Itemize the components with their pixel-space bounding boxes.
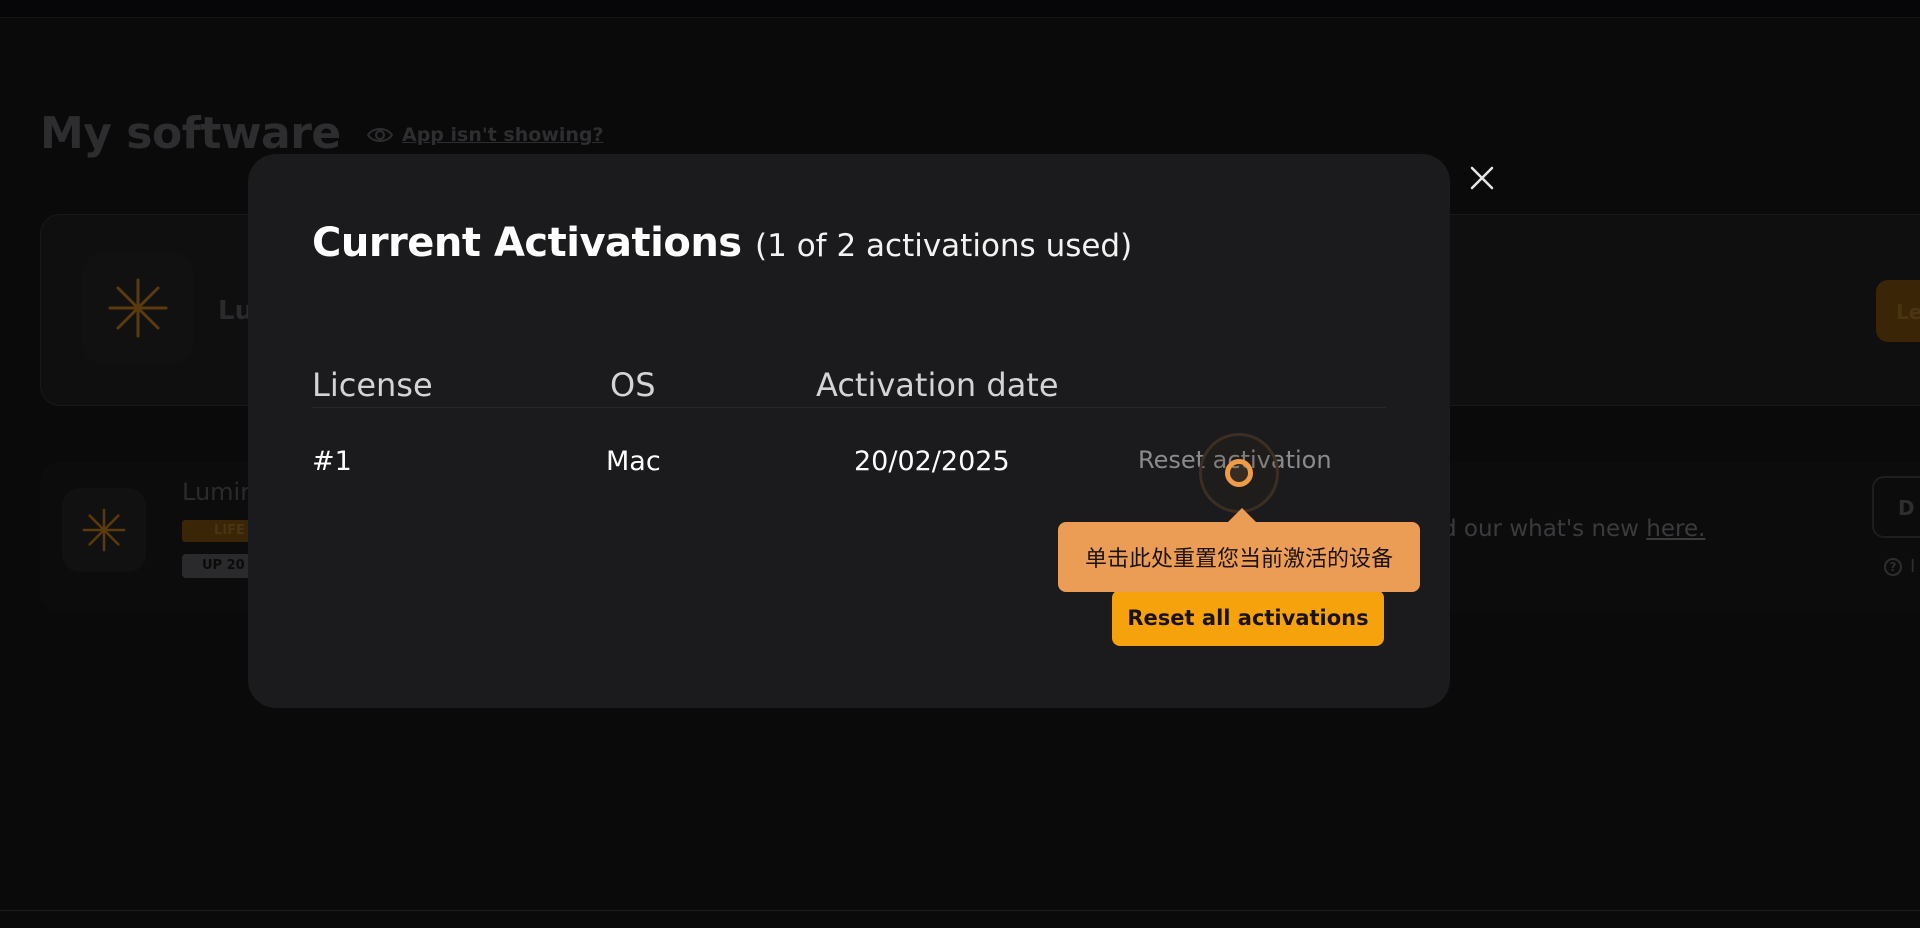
sparkle-logo-icon: [82, 508, 126, 552]
learn-button[interactable]: Le: [1876, 280, 1920, 342]
whats-new-prefix: d our what's new: [1442, 516, 1647, 542]
column-header-os: OS: [610, 366, 656, 404]
help-icon: ?: [1884, 557, 1902, 576]
app-tile-1: [82, 252, 194, 364]
bottom-divider: [0, 910, 1920, 911]
guide-tooltip: 单击此处重置您当前激活的设备: [1058, 508, 1420, 592]
row-license: #1: [312, 446, 352, 477]
download-button[interactable]: D: [1872, 476, 1920, 538]
software-name-2: Lumin: [182, 478, 256, 506]
help-link-label: I: [1910, 556, 1916, 577]
app-tile-2: [62, 488, 146, 572]
close-icon: [1470, 166, 1494, 190]
app-missing-label: App isn't showing?: [402, 124, 604, 146]
close-modal-button[interactable]: [1468, 164, 1496, 192]
row-os: Mac: [606, 446, 661, 477]
whats-new-text: d our what's new here.: [1442, 516, 1705, 542]
page-title: My software: [40, 108, 341, 159]
app-missing-link[interactable]: App isn't showing?: [366, 124, 604, 146]
activations-count: (1 of 2 activations used): [755, 228, 1133, 264]
table-divider: [312, 407, 1386, 408]
modal-title-text: Current Activations: [312, 220, 742, 266]
modal-title: Current Activations (1 of 2 activations …: [312, 220, 1132, 266]
column-header-activation-date: Activation date: [816, 366, 1059, 404]
click-indicator-dot: [1225, 459, 1253, 487]
column-header-license: License: [312, 366, 433, 404]
whats-new-link[interactable]: here.: [1646, 516, 1705, 542]
current-activations-modal: Current Activations (1 of 2 activations …: [248, 154, 1450, 708]
help-link[interactable]: ? I: [1884, 556, 1915, 577]
sparkle-logo-icon: [108, 278, 168, 338]
eye-icon: [366, 128, 394, 142]
row-activation-date: 20/02/2025: [854, 446, 1010, 477]
reset-all-activations-button[interactable]: Reset all activations: [1112, 590, 1384, 646]
guide-tooltip-text: 单击此处重置您当前激活的设备: [1084, 547, 1393, 572]
